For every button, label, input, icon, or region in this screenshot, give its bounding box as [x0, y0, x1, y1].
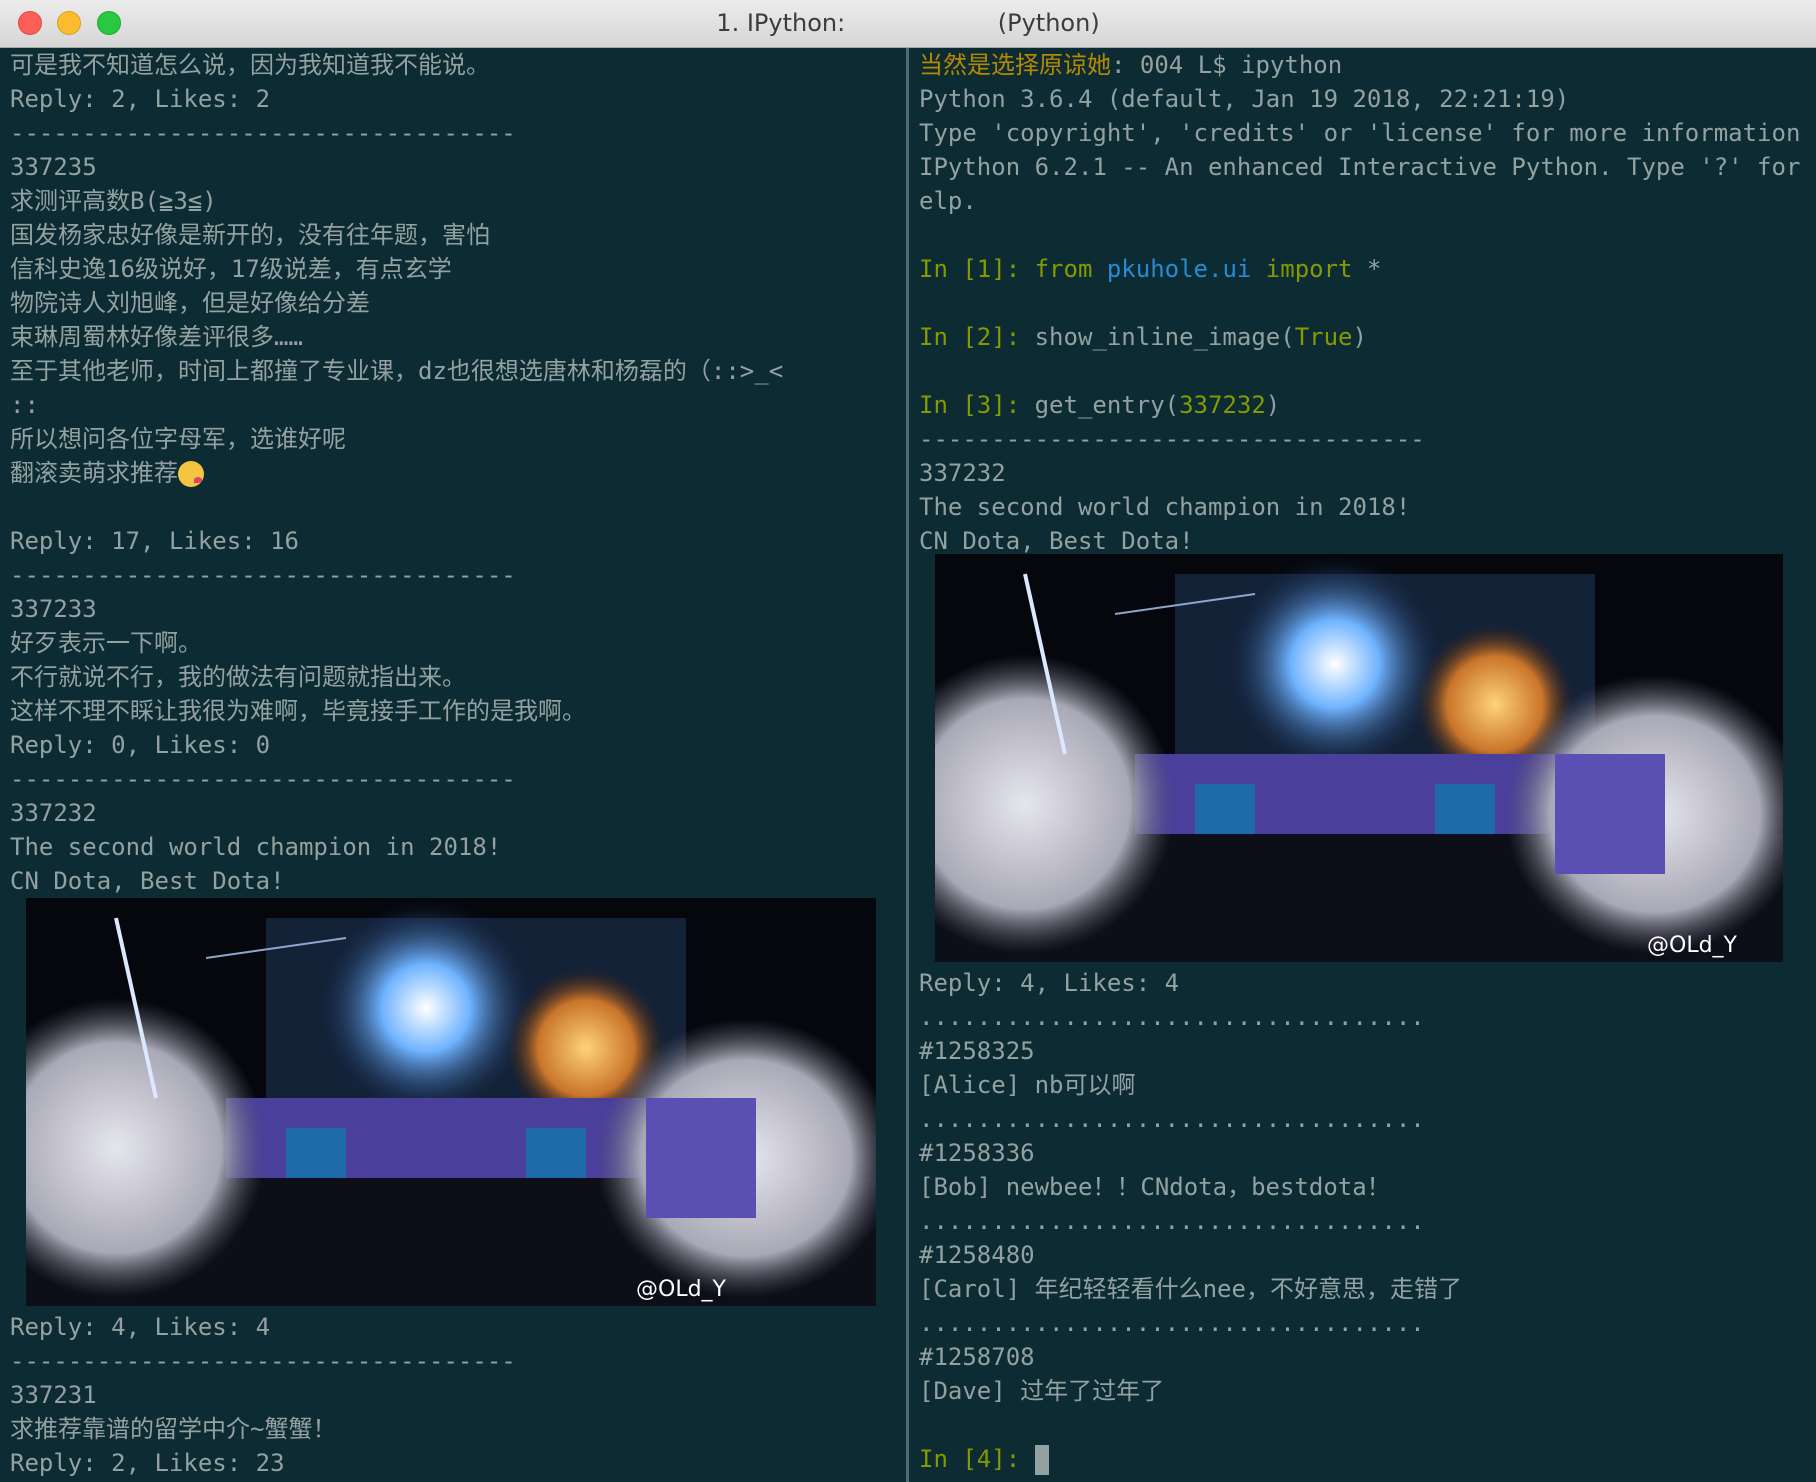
post-line: CN Dota, Best Dota!	[919, 527, 1194, 555]
post-line: 信科史逸16级说好，17级说差，有点玄学	[10, 255, 452, 283]
post-stats: Reply: 2, Likes: 2	[10, 85, 271, 113]
banner-line: Type 'copyright', 'credits' or 'license'…	[919, 119, 1801, 147]
input-prompt: In [1]:	[919, 255, 1035, 283]
comment-text: [Dave] 过年了过年了	[919, 1377, 1165, 1405]
shell-path: 当然是选择原谅她	[919, 51, 1111, 79]
input-prompt: In [4]:	[919, 1445, 1035, 1473]
post-line: 至于其他老师，时间上都撞了专业课，dz也很想选唐林和杨磊的（::>_<	[10, 357, 784, 385]
image-watermark: @OLd_Y	[1647, 933, 1738, 958]
terminal-window: 1. IPython: (Python) 可是我不知道怎么说，因为我知道我不能说…	[0, 0, 1816, 1482]
post-line: 这样不理不睬让我很为难啊，毕竟接手工作的是我啊。	[10, 697, 586, 725]
code-text: )	[1265, 391, 1281, 419]
post-line: ::	[10, 391, 39, 419]
post-line-with-emoji: 翻滚卖萌求推荐	[10, 456, 896, 490]
post-line-text: 翻滚卖萌求推荐	[10, 459, 178, 487]
post-stats: Reply: 2, Likes: 23	[10, 1449, 285, 1477]
post-line: The second world champion in 2018!	[919, 493, 1411, 521]
post-line: 国发杨家忠好像是新开的，没有往年题，害怕	[10, 221, 490, 249]
keyword: from	[1034, 255, 1093, 283]
code-text: )	[1352, 323, 1367, 351]
code-literal: True	[1294, 323, 1353, 351]
comment-id: #1258325	[919, 1037, 1035, 1065]
input-prompt: In [2]:	[919, 323, 1035, 351]
banner-line: IPython 6.2.1 -- An enhanced Interactive…	[919, 153, 1806, 181]
separator: -----------------------------------	[10, 765, 516, 793]
comment-separator: ...................................	[919, 1105, 1425, 1133]
post-line: 物院诗人刘旭峰，但是好像给分差	[10, 289, 370, 317]
post-line: The second world champion in 2018!	[10, 833, 502, 861]
module-name: pkuhole.ui	[1106, 255, 1252, 283]
comment-separator: ...................................	[919, 1309, 1425, 1337]
post-stats: Reply: 17, Likes: 16	[10, 527, 299, 555]
banner-line: elp.	[919, 187, 977, 215]
input-cell-2: In [2]: show_inline_image(True)	[919, 320, 1806, 354]
shell-prompt-line: 当然是选择原谅她: 004 L$ ipython	[919, 48, 1806, 82]
code-text: get_entry(	[1034, 391, 1180, 419]
post-id: 337235	[10, 153, 97, 181]
post-line: 求推荐靠谱的留学中介~蟹蟹！	[10, 1415, 337, 1443]
right-terminal-pane[interactable]: 当然是选择原谅她: 004 L$ ipython Python 3.6.4 (d…	[909, 48, 1816, 1482]
shell-command: : 004 L$ ipython	[1111, 51, 1343, 79]
separator: -----------------------------------	[10, 119, 516, 147]
code-text: show_inline_image(	[1034, 323, 1295, 351]
separator: -----------------------------------	[10, 561, 516, 589]
comment-text: [Bob] newbee！！CNdota，bestdota！	[919, 1173, 1391, 1201]
comment-id: #1258708	[919, 1343, 1035, 1371]
separator: -----------------------------------	[10, 1347, 516, 1375]
post-id: 337232	[919, 459, 1006, 487]
comment-text: [Alice] nb可以啊	[919, 1071, 1136, 1099]
comment-id: #1258336	[919, 1139, 1035, 1167]
comment-id: #1258480	[919, 1241, 1035, 1269]
post-stats: Reply: 4, Likes: 4	[919, 969, 1180, 997]
post-id: 337233	[10, 595, 97, 623]
post-line: 不行就说不行，我的做法有问题就指出来。	[10, 663, 466, 691]
post-line: 束琳周蜀林好像差评很多……	[10, 323, 303, 351]
post-stats: Reply: 0, Likes: 0	[10, 731, 271, 759]
post-id: 337232	[10, 799, 97, 827]
comment-text: [Carol] 年纪轻轻看什么nee，不好意思，走错了	[919, 1275, 1462, 1303]
post-line: CN Dota, Best Dota!	[10, 867, 285, 895]
comment-separator: ...................................	[919, 1207, 1425, 1235]
keyword: import	[1265, 255, 1353, 283]
post-id: 337231	[10, 1381, 97, 1409]
banner-line: Python 3.6.4 (default, Jan 19 2018, 22:2…	[919, 85, 1570, 113]
left-terminal-pane[interactable]: 可是我不知道怎么说，因为我知道我不能说。 Reply: 2, Likes: 2 …	[0, 48, 906, 1482]
code-text: *	[1352, 255, 1382, 283]
image-watermark: @OLd_Y	[636, 1277, 727, 1302]
separator: -----------------------------------	[919, 425, 1425, 453]
code-literal: 337232	[1179, 391, 1266, 419]
text-cursor[interactable]	[1034, 1445, 1049, 1475]
title-bar[interactable]: 1. IPython: (Python)	[0, 0, 1816, 48]
post-stats: Reply: 4, Likes: 4	[10, 1313, 271, 1341]
post-line: 所以想问各位字母军，选谁好呢	[10, 425, 346, 453]
dota-celebration-image: @OLd_Y	[909, 554, 1805, 962]
post-line: 好歹表示一下啊。	[10, 629, 202, 657]
input-prompt: In [3]:	[919, 391, 1035, 419]
input-cell-3: In [3]: get_entry(337232)	[919, 388, 1806, 422]
input-cell-1: In [1]: from pkuhole.ui import *	[919, 252, 1806, 286]
post-line: 求测评高数B(≧3≦)	[10, 187, 217, 215]
comment-separator: ...................................	[919, 1003, 1425, 1031]
kissing-face-icon	[178, 461, 204, 487]
output-line: 可是我不知道怎么说，因为我知道我不能说。	[10, 51, 490, 79]
window-title: 1. IPython: (Python)	[716, 9, 1100, 37]
dota-celebration-image: @OLd_Y	[0, 898, 896, 1306]
input-cell-4[interactable]: In [4]:	[919, 1442, 1806, 1476]
